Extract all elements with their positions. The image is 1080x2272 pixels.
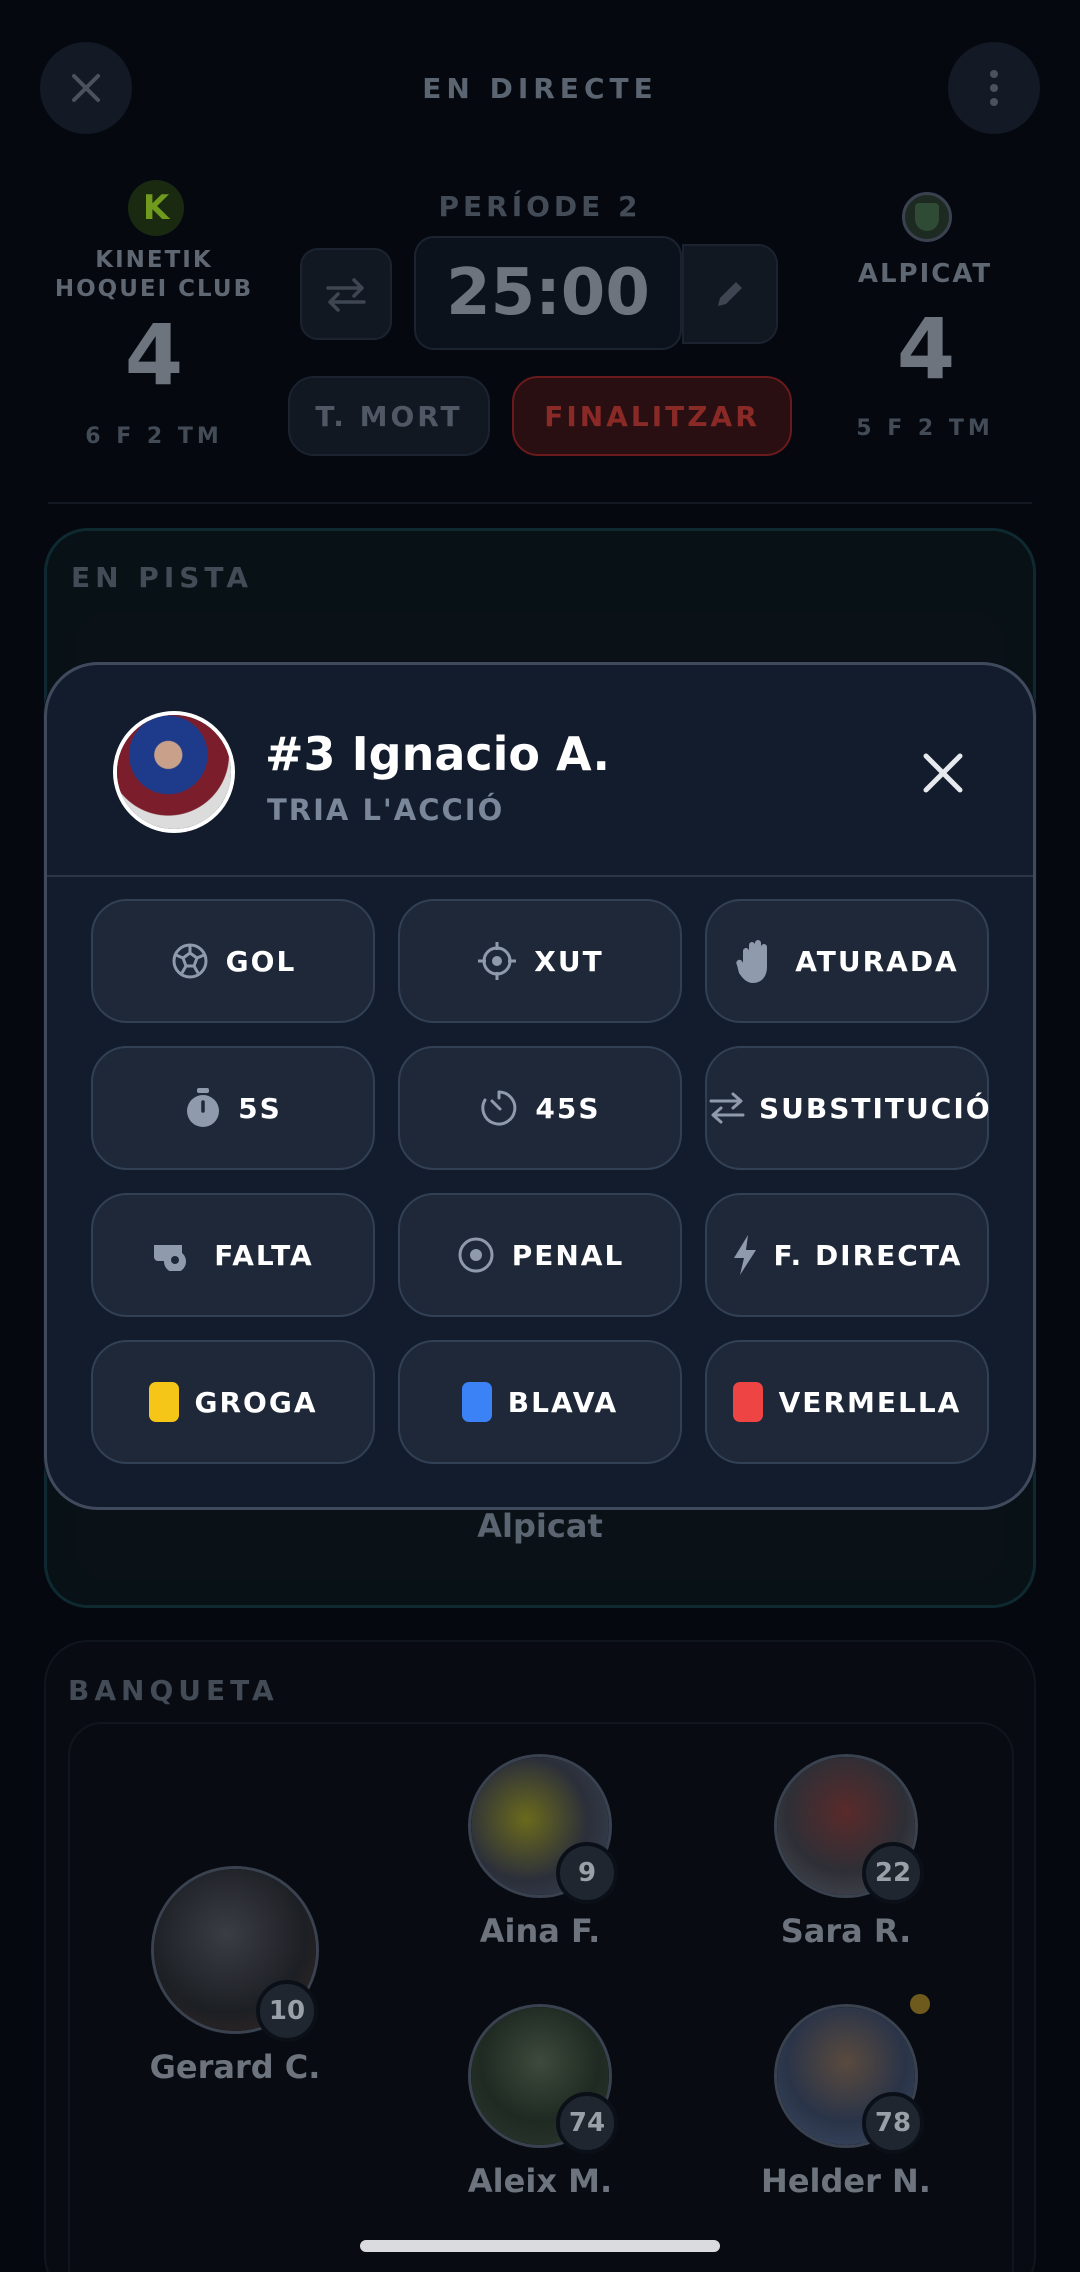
action-blue-card-button[interactable]: BLAVA xyxy=(398,1340,682,1464)
modal-subtitle: TRIA L'ACCIÓ xyxy=(267,793,505,827)
action-label: SUBSTITUCIÓ xyxy=(759,1091,992,1125)
home-team-name: KINETIK HOQUEI CLUB xyxy=(54,247,254,302)
action-penalty-button[interactable]: PENAL xyxy=(398,1193,682,1317)
bench-player[interactable]: 74 Aleix M. xyxy=(440,2004,640,2200)
timer-icon xyxy=(479,1088,519,1128)
edit-clock-button[interactable] xyxy=(682,244,778,344)
player-name: Helder N. xyxy=(761,2162,931,2200)
lightning-icon xyxy=(732,1234,758,1276)
penalty-spot-icon xyxy=(456,1235,496,1275)
home-team-logo: K xyxy=(128,180,184,236)
action-label: VERMELLA xyxy=(778,1385,962,1419)
notification-dot xyxy=(910,1994,930,2014)
bench-player[interactable]: 10 Gerard C. xyxy=(130,1866,340,2086)
action-label: PENAL xyxy=(511,1238,625,1272)
on-court-label: EN PISTA xyxy=(71,561,254,594)
action-label: GROGA xyxy=(194,1385,318,1419)
away-team-name: ALPICAT xyxy=(857,259,993,289)
period-label: PERÍODE 2 xyxy=(438,190,642,223)
pencil-icon xyxy=(718,282,742,306)
finish-button[interactable]: FINALITZAR xyxy=(512,376,792,456)
close-icon xyxy=(923,753,963,793)
bench-player[interactable]: 78 Helder N. xyxy=(746,2004,946,2200)
action-direct-free-button[interactable]: F. DIRECTA xyxy=(705,1193,989,1317)
match-clock[interactable]: 25:00 xyxy=(414,236,682,350)
player-number-badge: 74 xyxy=(556,2092,618,2154)
modal-close-button[interactable] xyxy=(905,735,981,811)
player-name: Aina F. xyxy=(479,1912,601,1950)
action-label: 45S xyxy=(535,1091,601,1125)
bench-player[interactable]: 22 Sara R. xyxy=(746,1754,946,1950)
action-shot-button[interactable]: XUT xyxy=(398,899,682,1023)
home-team-stats: 6 F 2 TM xyxy=(85,424,223,449)
action-substitution-button[interactable]: SUBSTITUCIÓ xyxy=(705,1046,992,1170)
player-name: Sara R. xyxy=(780,1912,912,1950)
header-divider xyxy=(48,502,1032,504)
home-team-score: 4 xyxy=(124,306,184,404)
player-number-badge: 10 xyxy=(256,1980,318,2042)
action-label: F. DIRECTA xyxy=(773,1238,963,1272)
action-save-button[interactable]: ATURADA xyxy=(705,899,989,1023)
action-5s-button[interactable]: 5S xyxy=(91,1046,375,1170)
action-yellow-card-button[interactable]: GROGA xyxy=(91,1340,375,1464)
player-number-badge: 22 xyxy=(862,1842,924,1904)
red-card-icon xyxy=(732,1382,763,1422)
player-name: Gerard C. xyxy=(149,2048,321,2086)
more-menu-button[interactable] xyxy=(948,42,1040,134)
page-title: EN DIRECTE xyxy=(422,72,658,105)
action-45s-button[interactable]: 45S xyxy=(398,1046,682,1170)
action-goal-button[interactable]: GOL xyxy=(91,899,375,1023)
action-picker-modal: #3 Ignacio A. TRIA L'ACCIÓ GOL XUT ATURA… xyxy=(44,662,1036,1510)
swap-icon xyxy=(707,1091,747,1125)
timeout-button[interactable]: T. MORT xyxy=(288,376,490,456)
whistle-icon xyxy=(152,1239,198,1271)
action-label: FALTA xyxy=(214,1238,314,1272)
selected-player-avatar xyxy=(113,711,235,833)
action-red-card-button[interactable]: VERMELLA xyxy=(705,1340,989,1464)
player-number-badge: 9 xyxy=(556,1842,618,1904)
player-number-badge: 78 xyxy=(862,2092,924,2154)
court-team-label: Alpicat xyxy=(477,1507,603,1545)
bench-player[interactable]: 9 Aina F. xyxy=(440,1754,640,1950)
action-label: BLAVA xyxy=(507,1385,619,1419)
bench-label: BANQUETA xyxy=(68,1674,279,1707)
away-team-logo xyxy=(902,192,952,242)
hand-icon xyxy=(735,937,779,985)
away-team-stats: 5 F 2 TM xyxy=(856,416,994,441)
target-icon xyxy=(476,940,518,982)
yellow-card-icon xyxy=(148,1382,179,1422)
action-label: XUT xyxy=(534,944,604,978)
swap-sides-button[interactable] xyxy=(300,248,392,340)
away-team-score: 4 xyxy=(896,300,956,398)
modal-divider xyxy=(47,875,1033,877)
player-name: Aleix M. xyxy=(467,2162,613,2200)
action-label: GOL xyxy=(225,944,297,978)
ball-icon xyxy=(170,941,210,981)
action-foul-button[interactable]: FALTA xyxy=(91,1193,375,1317)
swap-icon xyxy=(326,278,366,312)
home-indicator[interactable] xyxy=(360,2240,720,2252)
stopwatch-icon xyxy=(184,1087,222,1129)
more-vertical-icon xyxy=(990,70,998,106)
action-label: 5S xyxy=(238,1091,282,1125)
action-label: ATURADA xyxy=(795,944,959,978)
selected-player-title: #3 Ignacio A. xyxy=(265,727,610,781)
blue-card-icon xyxy=(461,1382,492,1422)
